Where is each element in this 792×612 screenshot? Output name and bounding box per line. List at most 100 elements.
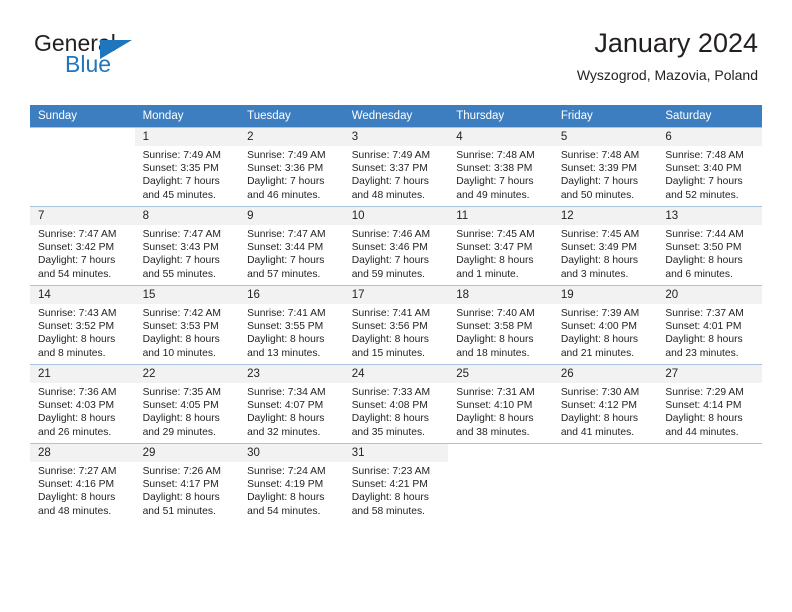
calendar-day-cell[interactable]: 9 Sunrise: 7:47 AM Sunset: 3:44 PM Daylight… [239, 206, 344, 286]
calendar-day-cell[interactable]: 24 Sunrise: 7:33 AM Sunset: 4:08 PM Dayligh… [343, 364, 449, 444]
sunset-text: Sunset: 4:16 PM [38, 479, 115, 491]
calendar-day-cell[interactable]: 22 Sunrise: 7:35 AM Sunset: 4:05 PM Dayligh… [134, 364, 240, 444]
day-details: Sunrise: 7:41 AM Sunset: 3:56 PM Daylight:… [344, 304, 449, 360]
calendar-week-row: 28 Sunrise: 7:27 AM Sunset: 4:16 PM Dayligh… [30, 443, 762, 522]
daylight-text: Daylight: 8 hours and 35 minutes. [351, 413, 429, 438]
sunrise-text: Sunrise: 7:37 AM [665, 308, 744, 319]
daylight-text: Daylight: 8 hours and 13 minutes. [247, 334, 325, 359]
day-details: Sunrise: 7:49 AM Sunset: 3:37 PM Daylight:… [344, 146, 449, 202]
calendar-day-cell[interactable]: 14 Sunrise: 7:43 AM Sunset: 3:52 PM Dayligh… [30, 285, 135, 365]
calendar-day-cell[interactable]: 23 Sunrise: 7:34 AM Sunset: 4:07 PM Dayligh… [239, 364, 344, 444]
calendar-day-cell[interactable]: 27 Sunrise: 7:29 AM Sunset: 4:14 PM Dayligh… [657, 364, 762, 444]
sunset-text: Sunset: 3:49 PM [560, 242, 637, 254]
daylight-text: Daylight: 7 hours and 50 minutes. [560, 176, 639, 201]
daylight-text: Daylight: 8 hours and 58 minutes. [351, 492, 429, 517]
sunset-text: Sunset: 3:53 PM [142, 321, 219, 333]
calendar-day-cell[interactable]: 1 Sunrise: 7:49 AM Sunset: 3:35 PM Daylight… [134, 127, 240, 207]
sunrise-text: Sunrise: 7:49 AM [351, 150, 431, 161]
sunset-text: Sunset: 4:05 PM [142, 400, 219, 412]
calendar-day-cell[interactable]: 16 Sunrise: 7:41 AM Sunset: 3:55 PM Dayligh… [239, 285, 344, 365]
calendar-day-cell[interactable]: 15 Sunrise: 7:42 AM Sunset: 3:53 PM Dayligh… [134, 285, 240, 365]
sunset-text: Sunset: 4:21 PM [351, 479, 428, 491]
sunset-text: Sunset: 3:35 PM [142, 163, 219, 175]
sunrise-text: Sunrise: 7:39 AM [560, 308, 640, 319]
calendar-day-cell[interactable]: 25 Sunrise: 7:31 AM Sunset: 4:10 PM Dayligh… [448, 364, 553, 444]
calendar-day-cell[interactable]: 7 Sunrise: 7:47 AM Sunset: 3:42 PM Daylight… [30, 206, 135, 286]
day-number: 27 [657, 365, 762, 383]
daylight-text: Daylight: 7 hours and 55 minutes. [142, 255, 220, 280]
day-number: 20 [657, 286, 762, 304]
page-header: General Blue January 2024 Wyszogrod, Maz… [34, 28, 758, 96]
sunset-text: Sunset: 4:12 PM [560, 400, 637, 412]
sunset-text: Sunset: 3:36 PM [247, 163, 324, 175]
day-number: 26 [552, 365, 658, 383]
calendar-day-cell[interactable]: 26 Sunrise: 7:30 AM Sunset: 4:12 PM Dayligh… [552, 364, 658, 444]
day-number: 19 [552, 286, 658, 304]
calendar-day-cell[interactable]: 2 Sunrise: 7:49 AM Sunset: 3:36 PM Daylight… [239, 127, 344, 207]
calendar-day-cell[interactable]: 5 Sunrise: 7:48 AM Sunset: 3:39 PM Daylight… [552, 127, 658, 207]
day-number: 13 [657, 207, 762, 225]
sunrise-text: Sunrise: 7:36 AM [38, 387, 117, 398]
general-blue-logo[interactable]: General Blue [34, 30, 294, 92]
daylight-text: Daylight: 7 hours and 59 minutes. [351, 255, 429, 280]
daylight-text: Daylight: 7 hours and 48 minutes. [351, 176, 429, 201]
calendar-day-cell-empty [657, 443, 762, 522]
calendar-day-cell[interactable]: 29 Sunrise: 7:26 AM Sunset: 4:17 PM Dayligh… [134, 443, 240, 522]
calendar-week-row: 7 Sunrise: 7:47 AM Sunset: 3:42 PM Daylight… [30, 206, 762, 286]
calendar-day-cell[interactable]: 12 Sunrise: 7:45 AM Sunset: 3:49 PM Dayligh… [552, 206, 658, 286]
day-number [448, 444, 553, 462]
daylight-text: Daylight: 8 hours and 51 minutes. [142, 492, 220, 517]
calendar-day-cell[interactable]: 28 Sunrise: 7:27 AM Sunset: 4:16 PM Dayligh… [30, 443, 135, 522]
day-number: 18 [448, 286, 553, 304]
day-number: 17 [343, 286, 449, 304]
title-block: January 2024 Wyszogrod, Mazovia, Poland [577, 26, 758, 85]
calendar-day-cell[interactable]: 10 Sunrise: 7:46 AM Sunset: 3:46 PM Dayligh… [343, 206, 449, 286]
sunrise-text: Sunrise: 7:43 AM [38, 308, 117, 319]
day-details: Sunrise: 7:24 AM Sunset: 4:19 PM Daylight:… [239, 462, 344, 518]
daylight-text: Daylight: 8 hours and 29 minutes. [142, 413, 220, 438]
calendar-day-cell[interactable]: 4 Sunrise: 7:48 AM Sunset: 3:38 PM Daylight… [448, 127, 553, 207]
sunset-text: Sunset: 3:40 PM [665, 163, 742, 175]
day-details: Sunrise: 7:41 AM Sunset: 3:55 PM Daylight:… [239, 304, 344, 360]
calendar-day-cell[interactable]: 3 Sunrise: 7:49 AM Sunset: 3:37 PM Daylight… [343, 127, 449, 207]
day-details: Sunrise: 7:49 AM Sunset: 3:36 PM Daylight:… [239, 146, 344, 202]
calendar-day-cell[interactable]: 31 Sunrise: 7:23 AM Sunset: 4:21 PM Dayligh… [343, 443, 449, 522]
calendar-week-row: 1 Sunrise: 7:49 AM Sunset: 3:35 PM Daylight… [30, 127, 762, 207]
day-number: 10 [343, 207, 449, 225]
calendar-day-cell[interactable]: 13 Sunrise: 7:44 AM Sunset: 3:50 PM Dayligh… [657, 206, 762, 286]
daylight-text: Daylight: 8 hours and 21 minutes. [560, 334, 639, 359]
calendar-day-cell[interactable]: 6 Sunrise: 7:48 AM Sunset: 3:40 PM Daylight… [657, 127, 762, 207]
weekday-header-wednesday: Wednesday [343, 105, 449, 128]
calendar-day-cell[interactable]: 8 Sunrise: 7:47 AM Sunset: 3:43 PM Daylight… [134, 206, 240, 286]
calendar-day-cell[interactable]: 17 Sunrise: 7:41 AM Sunset: 3:56 PM Dayligh… [343, 285, 449, 365]
sunrise-text: Sunrise: 7:47 AM [38, 229, 117, 240]
sunset-text: Sunset: 4:10 PM [456, 400, 533, 412]
daylight-text: Daylight: 8 hours and 6 minutes. [665, 255, 743, 280]
calendar-day-cell[interactable]: 19 Sunrise: 7:39 AM Sunset: 4:00 PM Dayligh… [552, 285, 658, 365]
day-number: 5 [552, 128, 658, 146]
sunset-text: Sunset: 4:01 PM [665, 321, 742, 333]
sunset-text: Sunset: 3:37 PM [351, 163, 428, 175]
daylight-text: Daylight: 8 hours and 26 minutes. [38, 413, 116, 438]
calendar-day-cell[interactable]: 20 Sunrise: 7:37 AM Sunset: 4:01 PM Dayligh… [657, 285, 762, 365]
calendar-day-cell[interactable]: 21 Sunrise: 7:36 AM Sunset: 4:03 PM Dayligh… [30, 364, 135, 444]
day-number: 4 [448, 128, 553, 146]
day-details: Sunrise: 7:33 AM Sunset: 4:08 PM Daylight:… [344, 383, 449, 439]
daylight-text: Daylight: 7 hours and 52 minutes. [665, 176, 743, 201]
day-number [30, 128, 135, 146]
sunset-text: Sunset: 3:55 PM [247, 321, 324, 333]
calendar-day-cell[interactable]: 30 Sunrise: 7:24 AM Sunset: 4:19 PM Dayligh… [239, 443, 344, 522]
calendar-day-cell[interactable]: 18 Sunrise: 7:40 AM Sunset: 3:58 PM Dayligh… [448, 285, 553, 365]
day-details: Sunrise: 7:35 AM Sunset: 4:05 PM Daylight:… [135, 383, 240, 439]
sunset-text: Sunset: 3:44 PM [247, 242, 324, 254]
day-number: 1 [134, 128, 240, 146]
day-details: Sunrise: 7:48 AM Sunset: 3:38 PM Daylight:… [448, 146, 553, 202]
sunrise-text: Sunrise: 7:47 AM [247, 229, 326, 240]
daylight-text: Daylight: 7 hours and 46 minutes. [247, 176, 325, 201]
daylight-text: Daylight: 8 hours and 41 minutes. [560, 413, 639, 438]
day-number: 15 [134, 286, 240, 304]
sunrise-text: Sunrise: 7:42 AM [142, 308, 221, 319]
calendar-day-cell[interactable]: 11 Sunrise: 7:45 AM Sunset: 3:47 PM Dayligh… [448, 206, 553, 286]
sunrise-text: Sunrise: 7:24 AM [247, 466, 326, 477]
sunset-text: Sunset: 4:03 PM [38, 400, 115, 412]
